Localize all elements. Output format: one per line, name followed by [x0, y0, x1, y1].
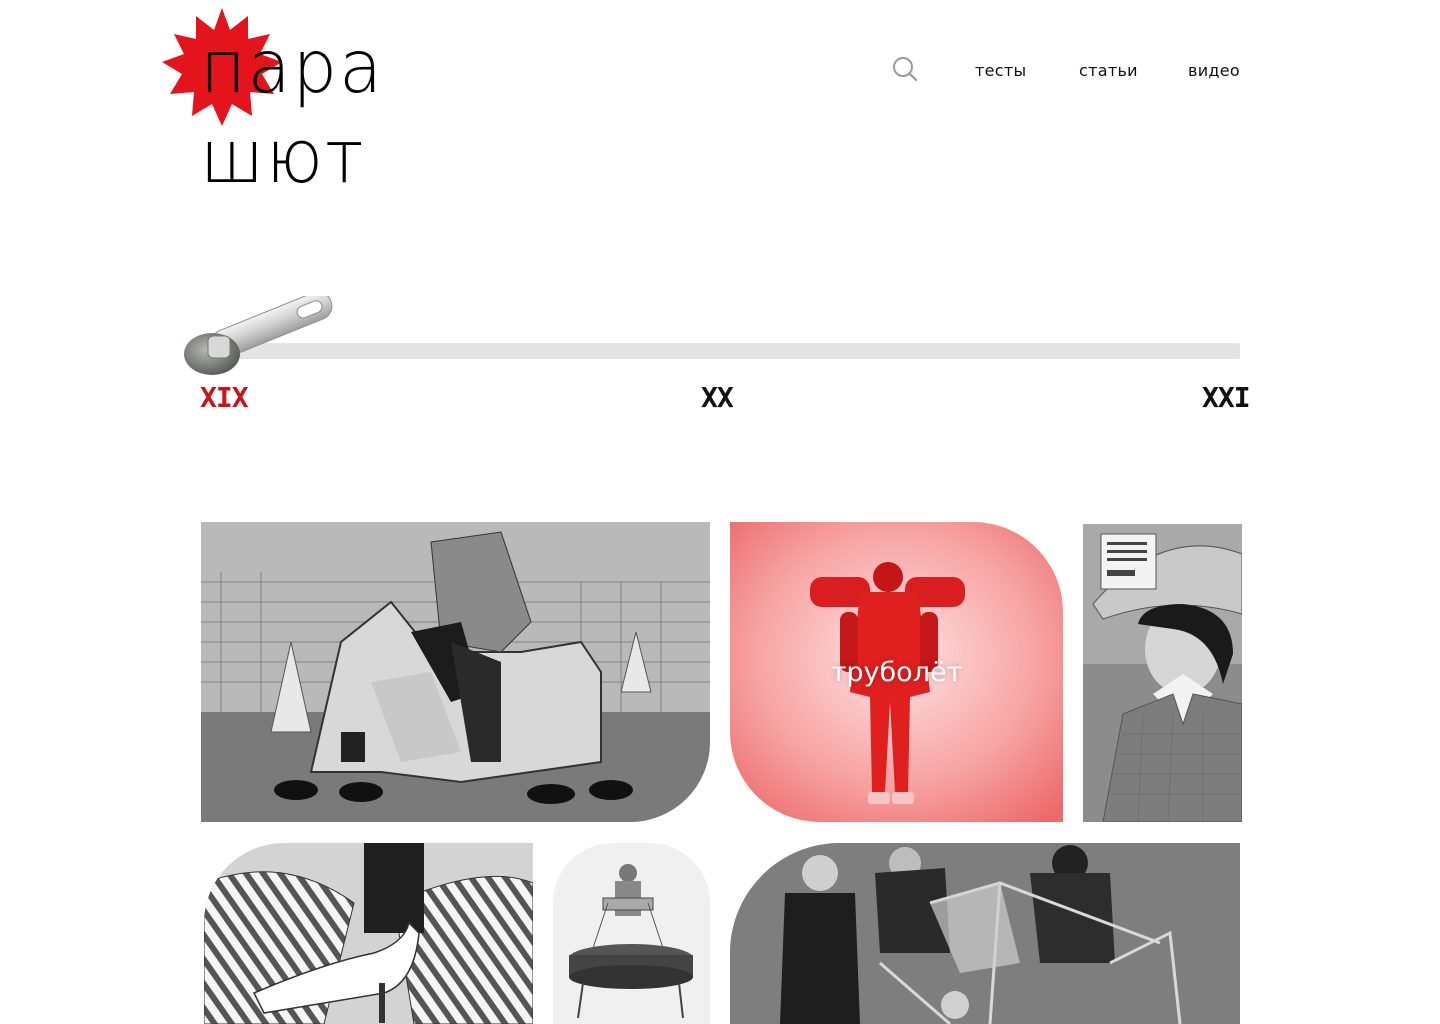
- logo-text-line1: пара: [200, 23, 384, 110]
- search-icon[interactable]: [890, 55, 920, 85]
- century-xix[interactable]: XIX: [200, 384, 249, 412]
- card-army-platform-photo[interactable]: [553, 843, 710, 1024]
- century-timeline: XIX XX XXI: [180, 290, 1251, 430]
- top-nav: тесты статьи видео: [890, 55, 1242, 85]
- century-xx[interactable]: XX: [701, 384, 734, 412]
- card-tall-bicycle-photo[interactable]: [730, 843, 1240, 1024]
- logo-text-line2: шют: [200, 113, 366, 200]
- card-jetpack[interactable]: труболёт: [730, 522, 1063, 822]
- nav-link-articles[interactable]: статьи: [1079, 61, 1138, 80]
- card-helmet-woman-photo[interactable]: [1083, 524, 1242, 822]
- site-logo[interactable]: пара шют: [160, 4, 382, 200]
- timeline-track[interactable]: [200, 343, 1240, 359]
- card-umbrella-shoe-photo[interactable]: [204, 843, 533, 1024]
- century-xxi[interactable]: XXI: [1202, 384, 1251, 412]
- card-scooter-photo[interactable]: [201, 522, 710, 822]
- card-jetpack-label: труболёт: [830, 657, 963, 688]
- nav-link-tests[interactable]: тесты: [975, 61, 1026, 80]
- nav-link-video[interactable]: видео: [1188, 61, 1240, 80]
- zipper-slider-handle[interactable]: [180, 296, 350, 376]
